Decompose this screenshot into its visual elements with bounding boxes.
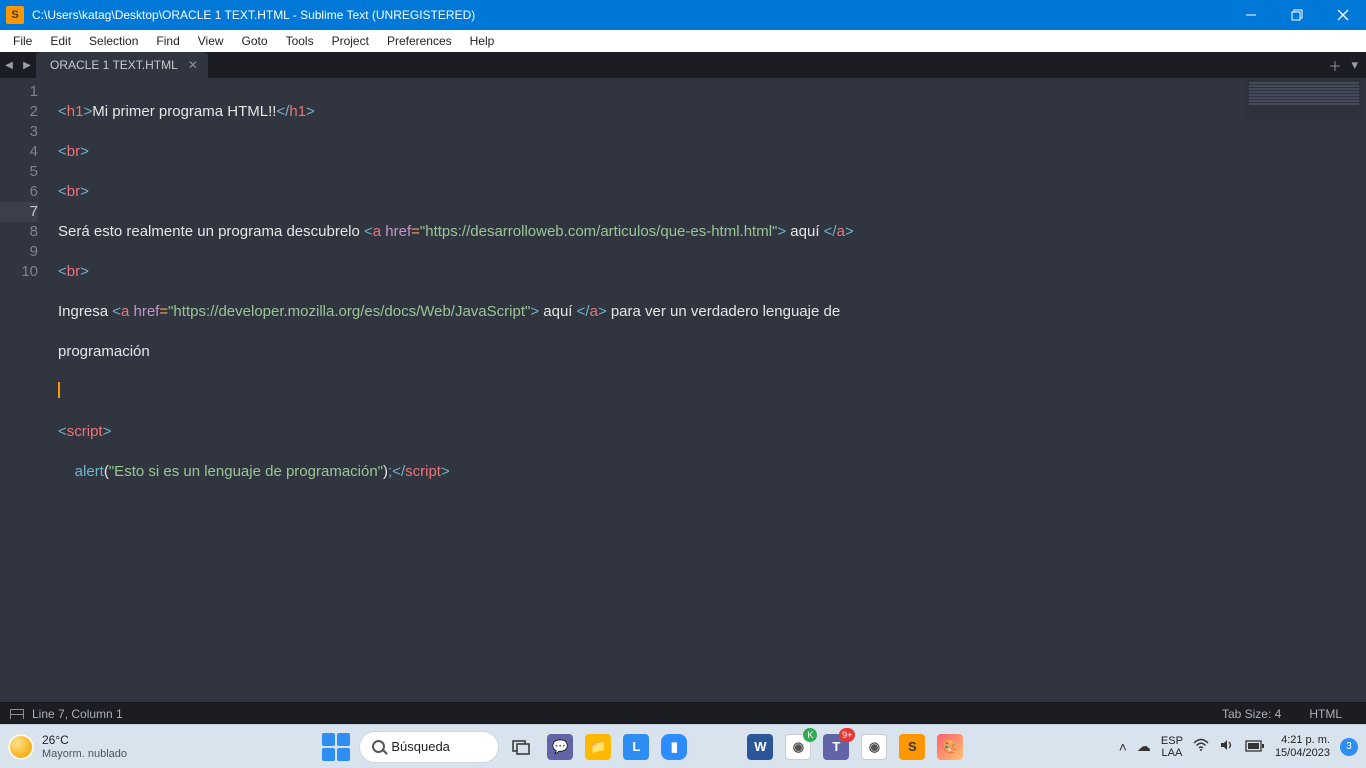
- taskbar-app-chat[interactable]: 💬: [545, 732, 575, 762]
- taskbar-app-paint[interactable]: 🎨: [935, 732, 965, 762]
- clock-time: 4:21 p. m.: [1275, 734, 1330, 747]
- minimize-button[interactable]: [1228, 0, 1274, 30]
- code-string: "https://developer.mozilla.org/es/docs/W…: [168, 303, 530, 320]
- menu-selection[interactable]: Selection: [80, 32, 147, 50]
- taskbar-app-chrome-2[interactable]: ◉: [859, 732, 889, 762]
- taskbar-app-l[interactable]: L: [621, 732, 651, 762]
- code-text: programación: [58, 343, 150, 360]
- tray-volume-icon[interactable]: [1219, 737, 1235, 756]
- tab-close-icon[interactable]: ✕: [188, 58, 198, 72]
- taskbar-app-sublime[interactable]: S: [897, 732, 927, 762]
- editor[interactable]: 1234 5678 910 <h1>Mi primer programa HTM…: [0, 78, 1366, 702]
- menu-view[interactable]: View: [189, 32, 233, 50]
- lang-top: ESP: [1161, 735, 1183, 747]
- close-button[interactable]: [1320, 0, 1366, 30]
- tray-notifications[interactable]: 3: [1340, 738, 1358, 756]
- statusbar: Line 7, Column 1 Tab Size: 4 HTML: [0, 702, 1366, 724]
- start-button[interactable]: [321, 732, 351, 762]
- clock-date: 15/04/2023: [1275, 747, 1330, 760]
- tray-language[interactable]: ESP LAA: [1161, 735, 1183, 759]
- taskbar-app-explorer[interactable]: 📁: [583, 732, 613, 762]
- menu-tools[interactable]: Tools: [277, 32, 323, 50]
- weather-temp: 26°C: [42, 733, 127, 747]
- window-titlebar: S C:\Users\katag\Desktop\ORACLE 1 TEXT.H…: [0, 0, 1366, 30]
- code-func: alert: [75, 463, 104, 480]
- tab-history-forward-icon[interactable]: ▶: [18, 52, 36, 78]
- weather-desc: Mayorm. nublado: [42, 747, 127, 761]
- file-tab[interactable]: ORACLE 1 TEXT.HTML ✕: [36, 52, 208, 78]
- search-placeholder: Búsqueda: [391, 739, 450, 754]
- search-icon: [372, 740, 385, 753]
- code-string: "Esto si es un lenguaje de programación": [109, 463, 383, 480]
- code-string: "https://desarrolloweb.com/articulos/que…: [420, 223, 777, 240]
- code-text: Ingresa: [58, 303, 112, 320]
- code-text: aquí: [539, 303, 577, 320]
- window-title: C:\Users\katag\Desktop\ORACLE 1 TEXT.HTM…: [30, 8, 1228, 22]
- panel-switcher-icon[interactable]: [10, 709, 24, 719]
- minimap[interactable]: [1244, 80, 1364, 120]
- gutter: 1234 5678 910: [0, 78, 48, 702]
- chrome-badge: K: [803, 728, 817, 742]
- code-text: Mi primer programa HTML!!: [92, 103, 276, 120]
- notif-count: 3: [1346, 741, 1352, 752]
- tab-dropdown-icon[interactable]: ▾: [1351, 57, 1358, 73]
- maximize-button[interactable]: [1274, 0, 1320, 30]
- tab-strip: ◀ ▶ ORACLE 1 TEXT.HTML ✕ ＋ ▾: [0, 52, 1366, 78]
- menu-help[interactable]: Help: [461, 32, 504, 50]
- menu-find[interactable]: Find: [147, 32, 188, 50]
- new-tab-icon[interactable]: ＋: [1328, 56, 1341, 75]
- status-tabsize[interactable]: Tab Size: 4: [1208, 707, 1295, 721]
- taskbar-app-word[interactable]: W: [745, 732, 775, 762]
- taskbar-app-teams[interactable]: T 9+: [821, 732, 851, 762]
- code-text: Será esto realmente un programa descubre…: [58, 223, 364, 240]
- teams-badge: 9+: [839, 728, 855, 742]
- lang-bot: LAA: [1161, 747, 1183, 759]
- taskbar-search[interactable]: Búsqueda: [359, 731, 499, 763]
- menu-preferences[interactable]: Preferences: [378, 32, 461, 50]
- task-view-icon[interactable]: [507, 732, 537, 762]
- tray-wifi-icon[interactable]: [1193, 737, 1209, 756]
- taskbar-weather[interactable]: 26°C Mayorm. nublado: [8, 733, 168, 761]
- app-icon: S: [6, 6, 24, 24]
- menu-edit[interactable]: Edit: [41, 32, 80, 50]
- taskbar-app-chrome-1[interactable]: ◉ K: [783, 732, 813, 762]
- menu-project[interactable]: Project: [323, 32, 378, 50]
- status-syntax[interactable]: HTML: [1295, 707, 1356, 721]
- code-text: para ver un verdadero lenguaje de: [607, 303, 845, 320]
- status-cursor: Line 7, Column 1: [32, 707, 123, 721]
- file-tab-label: ORACLE 1 TEXT.HTML: [50, 58, 178, 72]
- menu-file[interactable]: File: [4, 32, 41, 50]
- taskbar: 26°C Mayorm. nublado Búsqueda 💬 📁 L ▮ W …: [0, 724, 1366, 768]
- weather-icon: [8, 734, 34, 760]
- tab-history-back-icon[interactable]: ◀: [0, 52, 18, 78]
- tray-onedrive-icon[interactable]: ☁: [1137, 738, 1151, 755]
- code-text: aquí: [786, 223, 824, 240]
- tray-clock[interactable]: 4:21 p. m. 15/04/2023: [1275, 734, 1330, 760]
- taskbar-app-zoom[interactable]: ▮: [659, 732, 689, 762]
- tray-chevron-icon[interactable]: ˄: [1119, 739, 1127, 755]
- code-area[interactable]: <h1>Mi primer programa HTML!!</h1> <br> …: [48, 78, 1366, 702]
- menu-goto[interactable]: Goto: [233, 32, 277, 50]
- menubar: File Edit Selection Find View Goto Tools…: [0, 30, 1366, 52]
- tray-battery-icon[interactable]: [1245, 739, 1265, 755]
